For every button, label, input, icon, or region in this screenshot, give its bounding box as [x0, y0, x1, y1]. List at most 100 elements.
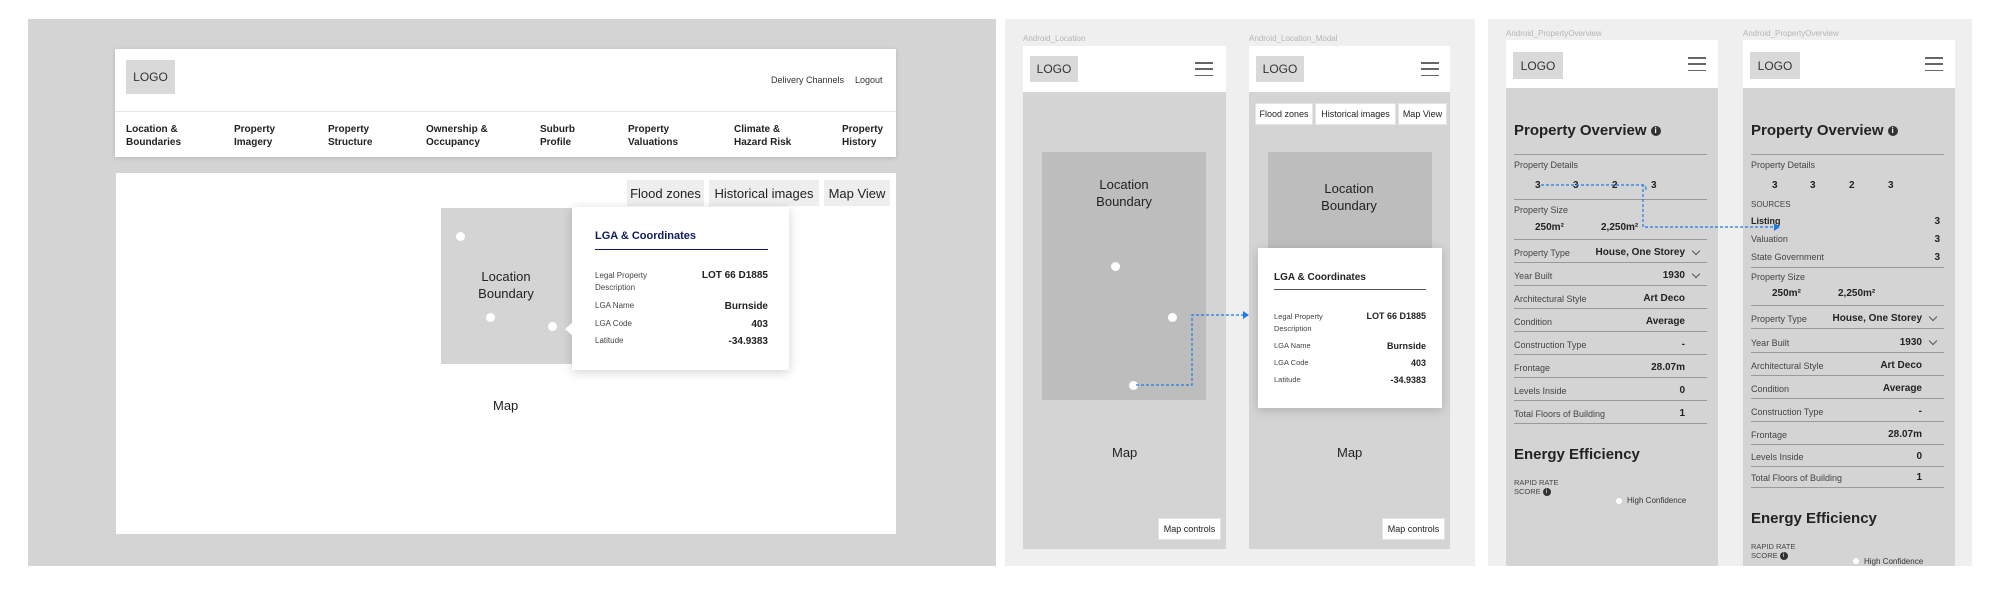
divider: [1514, 154, 1707, 155]
info-icon[interactable]: i: [1542, 488, 1551, 497]
row-label: Year Built: [1751, 338, 1790, 348]
rating-dot: [1656, 477, 1667, 488]
map-controls-button[interactable]: Map controls: [1159, 519, 1220, 539]
popover-pointer: [565, 322, 573, 336]
property-size-label: Property Size: [1751, 272, 1806, 282]
info-icon[interactable]: i: [1779, 552, 1788, 561]
nav-property-history[interactable]: Property History: [842, 123, 883, 149]
energy-efficiency-title: Energy Efficiency: [1751, 510, 1877, 527]
lga-name-value: Burnside: [1386, 341, 1426, 351]
row-label: Year Built: [1514, 271, 1553, 281]
delivery-channels-link[interactable]: Delivery Channels: [771, 75, 844, 85]
map-marker[interactable]: [1111, 262, 1120, 271]
nav-property-valuations[interactable]: Property Valuations: [628, 123, 678, 149]
map-marker-selected[interactable]: [548, 322, 557, 331]
nav-location-boundaries[interactable]: Location & Boundaries: [126, 123, 181, 149]
energy-efficiency-title: Energy Efficiency: [1514, 446, 1640, 463]
logo[interactable]: LOGO: [1750, 52, 1800, 79]
historical-images-button[interactable]: Historical images: [1316, 104, 1395, 124]
row-label: Levels Inside: [1514, 386, 1567, 396]
info-icon[interactable]: i: [1887, 126, 1898, 137]
divider: [1514, 308, 1707, 309]
divider: [1751, 487, 1944, 488]
map-marker[interactable]: [486, 313, 495, 322]
source-label: Valuation: [1751, 234, 1788, 244]
land-size-icon: [1755, 287, 1766, 298]
logout-link[interactable]: Logout: [855, 75, 883, 85]
map-label: Map: [1337, 445, 1363, 460]
nav-property-structure[interactable]: Property Structure: [328, 123, 372, 149]
map-label: Map: [493, 398, 519, 413]
rating-dot: [1925, 541, 1936, 552]
logo[interactable]: LOGO: [126, 60, 175, 94]
divider: [1514, 285, 1707, 286]
source-count: 3: [1934, 216, 1940, 227]
rating-dot: [1672, 477, 1683, 488]
divider: [1751, 466, 1944, 467]
row-label: Condition: [1514, 317, 1553, 327]
popover-title: LGA & Coordinates: [595, 230, 697, 242]
nav-property-imagery[interactable]: Property Imagery: [234, 123, 275, 149]
latitude-value: -34.9383: [1390, 375, 1426, 385]
year-built-value[interactable]: 1930: [1600, 270, 1685, 281]
logo[interactable]: LOGO: [1256, 56, 1304, 82]
source-count: 3: [1934, 234, 1940, 245]
legal-description-label: Legal Property Description: [1274, 312, 1323, 333]
property-type-value[interactable]: House, One Storey: [1807, 313, 1922, 324]
hamburger-menu-icon[interactable]: [1688, 57, 1706, 71]
map-controls-button[interactable]: Map controls: [1383, 519, 1444, 539]
divider: [1514, 262, 1707, 263]
divider: [1751, 154, 1944, 155]
nav-ownership-occupancy[interactable]: Ownership & Occupancy: [426, 123, 488, 149]
hamburger-menu-icon[interactable]: [1421, 62, 1439, 76]
row-label: Frontage: [1751, 430, 1788, 440]
source-count: 3: [1934, 252, 1940, 263]
nav-suburb-profile[interactable]: Suburb Profile: [540, 123, 575, 149]
condition-value: Average: [1645, 316, 1685, 327]
legal-description-label: Legal Property Description: [595, 271, 648, 292]
divider: [1751, 352, 1944, 353]
latitude-value: -34.9383: [728, 336, 768, 347]
divider: [1751, 421, 1944, 422]
modal-title-rule: [1274, 289, 1426, 290]
hamburger-menu-icon[interactable]: [1925, 57, 1943, 71]
total-floors-value: 1: [1679, 408, 1685, 419]
property-type-value[interactable]: House, One Storey: [1570, 247, 1685, 258]
row-label: Property Type: [1751, 314, 1807, 324]
latitude-label: Latitude: [595, 336, 624, 345]
logo[interactable]: LOGO: [1513, 52, 1563, 79]
page-title: Property Overview i: [1751, 122, 1898, 139]
hamburger-menu-icon[interactable]: [1195, 62, 1213, 76]
lga-code-label: LGA Code: [595, 319, 632, 328]
rating-dot: [1845, 541, 1856, 552]
historical-images-button[interactable]: Historical images: [709, 180, 819, 206]
flood-zones-button[interactable]: Flood zones: [627, 180, 704, 206]
lga-code-value: 403: [1410, 358, 1426, 368]
logo[interactable]: LOGO: [1030, 56, 1078, 82]
latitude-label: Latitude: [1274, 375, 1301, 384]
bath-icon: [1793, 179, 1804, 190]
nav-climate-hazard[interactable]: Climate & Hazard Risk: [734, 123, 791, 149]
rating-dot: [1688, 477, 1699, 488]
year-built-value[interactable]: 1930: [1837, 337, 1922, 348]
flow-connector: [1541, 184, 1780, 231]
rating-dot: [1624, 477, 1635, 488]
divider: [1514, 400, 1707, 401]
divider: [1514, 377, 1707, 378]
map-view-button[interactable]: Map View: [1399, 104, 1446, 124]
construction-type-value: -: [1918, 406, 1922, 417]
rating-dot: [1877, 541, 1888, 552]
confidence-badge: High Confidence: [1608, 493, 1702, 508]
flood-zones-button[interactable]: Flood zones: [1256, 104, 1312, 124]
row-label: Construction Type: [1751, 407, 1824, 417]
property-details-label: Property Details: [1751, 160, 1816, 170]
map-view-button[interactable]: Map View: [824, 180, 890, 206]
map-marker[interactable]: [456, 232, 465, 241]
boundary-label: Location Boundary: [1321, 181, 1377, 213]
info-icon[interactable]: i: [1650, 126, 1661, 137]
total-floors-value: 1: [1916, 472, 1922, 483]
boundary-label: Location Boundary: [1096, 177, 1152, 209]
frontage-value: 28.07m: [1651, 362, 1685, 373]
row-label: Levels Inside: [1751, 452, 1804, 462]
condition-value: Average: [1882, 383, 1922, 394]
